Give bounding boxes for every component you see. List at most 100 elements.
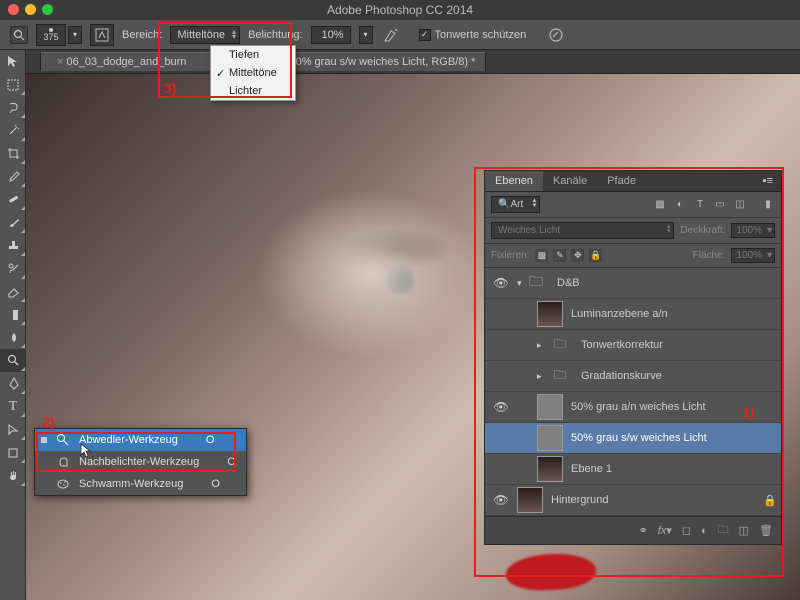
- brush-preset-picker[interactable]: 375: [36, 24, 66, 46]
- tool-wand[interactable]: [0, 119, 26, 142]
- disclosure-icon[interactable]: ▸: [537, 340, 547, 351]
- layer-50grau-sw[interactable]: 50% grau s/w weiches Licht: [485, 423, 781, 454]
- filter-shape-icon[interactable]: ▭: [713, 198, 727, 212]
- flyout-burn-tool[interactable]: Nachbelichter-Werkzeug O: [35, 451, 246, 473]
- range-option-lichter[interactable]: Lichter: [211, 82, 295, 100]
- layer-mask-icon[interactable]: ◻: [682, 524, 691, 537]
- link-layers-icon[interactable]: ⚭: [639, 524, 648, 537]
- layer-luminanz[interactable]: Luminanzebene a/n: [485, 299, 781, 330]
- disclosure-icon[interactable]: ▾: [513, 278, 523, 289]
- layer-thumb[interactable]: [537, 301, 563, 327]
- folder-icon: 🗀: [547, 332, 573, 358]
- new-layer-icon[interactable]: ◫: [739, 524, 749, 537]
- delete-layer-icon[interactable]: 🗑: [759, 524, 773, 537]
- tool-healing[interactable]: [0, 188, 26, 211]
- tool-move[interactable]: [0, 50, 26, 73]
- cursor-icon: [80, 443, 94, 459]
- dodge-tool-flyout: Abwedler-Werkzeug O Nachbelichter-Werkze…: [34, 428, 247, 496]
- airbrush-toggle-icon[interactable]: [381, 25, 401, 45]
- annotation-label-3: 3): [164, 80, 176, 96]
- new-group-icon[interactable]: 🗀: [718, 521, 729, 540]
- tool-hand[interactable]: [0, 464, 26, 487]
- layers-panel: Ebenen Kanäle Pfade ▪≡ 🔍Art ▴▾ ▩ ◐ T ▭ ◫…: [484, 170, 782, 545]
- disclosure-icon[interactable]: ▸: [537, 371, 547, 382]
- filter-adjust-icon[interactable]: ◐: [673, 198, 687, 212]
- tool-gradient[interactable]: [0, 303, 26, 326]
- fill-label: Fläche:: [693, 250, 726, 261]
- tool-pen[interactable]: [0, 372, 26, 395]
- options-bar: 375 ▾ Bereich: Mitteltöne ▴▾ Belichtung:…: [0, 20, 800, 50]
- tool-brush[interactable]: [0, 211, 26, 234]
- adjustment-layer-icon[interactable]: ◐: [701, 525, 708, 537]
- tool-type[interactable]: T: [0, 395, 26, 418]
- current-tool-icon[interactable]: [10, 26, 28, 44]
- burn-icon: [55, 454, 71, 470]
- layer-group-db[interactable]: 👁 ▾ 🗀 D&B: [485, 268, 781, 299]
- filter-toggle-icon[interactable]: ▮: [761, 198, 775, 212]
- opacity-input[interactable]: 100%▾: [731, 223, 775, 238]
- layer-thumb[interactable]: [537, 425, 563, 451]
- flyout-dodge-tool[interactable]: Abwedler-Werkzeug O: [35, 429, 246, 451]
- filter-type-icon[interactable]: T: [693, 198, 707, 212]
- folder-icon: 🗀: [547, 363, 573, 389]
- brush-preset-dropdown-icon[interactable]: ▾: [68, 26, 82, 44]
- tab-pfade[interactable]: Pfade: [597, 171, 646, 191]
- layer-50grau-an[interactable]: 👁 50% grau a/n weiches Licht: [485, 392, 781, 423]
- exposure-dropdown-icon[interactable]: ▾: [359, 26, 373, 44]
- tool-shape[interactable]: [0, 441, 26, 464]
- window-close-icon[interactable]: [8, 4, 19, 15]
- layer-group-gradation[interactable]: ▸ 🗀 Gradationskurve: [485, 361, 781, 392]
- window-zoom-icon[interactable]: [42, 4, 53, 15]
- close-icon[interactable]: ×: [57, 56, 63, 68]
- lock-all-icon[interactable]: 🔒: [589, 249, 602, 262]
- layer-ebene1[interactable]: Ebene 1: [485, 454, 781, 485]
- titlebar: Adobe Photoshop CC 2014: [0, 0, 800, 20]
- window-minimize-icon[interactable]: [25, 4, 36, 15]
- tool-path-select[interactable]: [0, 418, 26, 441]
- tablet-pressure-icon[interactable]: [546, 25, 566, 45]
- protect-tones-label: Tonwerte schützen: [435, 29, 527, 41]
- lock-transparency-icon[interactable]: ▩: [535, 249, 548, 262]
- selected-marker-icon: [41, 437, 47, 443]
- tool-history-brush[interactable]: [0, 257, 26, 280]
- tool-palette: T: [0, 50, 26, 600]
- layer-group-tonwert[interactable]: ▸ 🗀 Tonwertkorrektur: [485, 330, 781, 361]
- tool-eraser[interactable]: [0, 280, 26, 303]
- range-select[interactable]: Mitteltöne ▴▾: [170, 26, 240, 44]
- lock-label: Fixieren:: [491, 250, 529, 261]
- range-option-mitteltoene[interactable]: Mitteltöne: [211, 64, 295, 82]
- tool-eyedropper[interactable]: [0, 165, 26, 188]
- layer-thumb[interactable]: [537, 456, 563, 482]
- layer-fx-icon[interactable]: fx▾: [658, 524, 672, 537]
- layer-thumb[interactable]: [517, 487, 543, 513]
- brush-panel-toggle-icon[interactable]: [90, 24, 114, 46]
- brush-size-value: 375: [43, 32, 58, 42]
- tab-kanaele[interactable]: Kanäle: [543, 171, 597, 191]
- tool-crop[interactable]: [0, 142, 26, 165]
- lock-pixels-icon[interactable]: ✎: [553, 249, 566, 262]
- exposure-input[interactable]: 10%: [311, 26, 351, 44]
- layer-filter-select[interactable]: 🔍Art ▴▾: [491, 196, 540, 213]
- tab-ebenen[interactable]: Ebenen: [485, 171, 543, 191]
- annotation-label-2: 2): [42, 414, 54, 430]
- layer-thumb[interactable]: [537, 394, 563, 420]
- lock-icon: 🔒: [763, 494, 777, 507]
- tool-stamp[interactable]: [0, 234, 26, 257]
- filter-smart-icon[interactable]: ◫: [733, 198, 747, 212]
- tool-marquee[interactable]: [0, 73, 26, 96]
- visibility-toggle-icon[interactable]: 👁: [489, 493, 513, 507]
- protect-tones-checkbox[interactable]: ✓: [419, 29, 431, 41]
- tool-lasso[interactable]: [0, 96, 26, 119]
- layer-hintergrund[interactable]: 👁 Hintergrund 🔒: [485, 485, 781, 516]
- visibility-toggle-icon[interactable]: 👁: [489, 400, 513, 414]
- range-option-tiefen[interactable]: Tiefen: [211, 46, 295, 64]
- visibility-toggle-icon[interactable]: 👁: [489, 276, 513, 290]
- lock-position-icon[interactable]: ✥: [571, 249, 584, 262]
- filter-pixel-icon[interactable]: ▩: [653, 198, 667, 212]
- flyout-sponge-tool[interactable]: Schwamm-Werkzeug O: [35, 473, 246, 495]
- tool-dodge[interactable]: [0, 349, 26, 372]
- tool-blur[interactable]: [0, 326, 26, 349]
- fill-input[interactable]: 100%▾: [731, 248, 775, 263]
- blend-mode-select[interactable]: Weiches Licht ▴▾: [491, 222, 674, 239]
- panel-menu-icon[interactable]: ▪≡: [755, 171, 781, 191]
